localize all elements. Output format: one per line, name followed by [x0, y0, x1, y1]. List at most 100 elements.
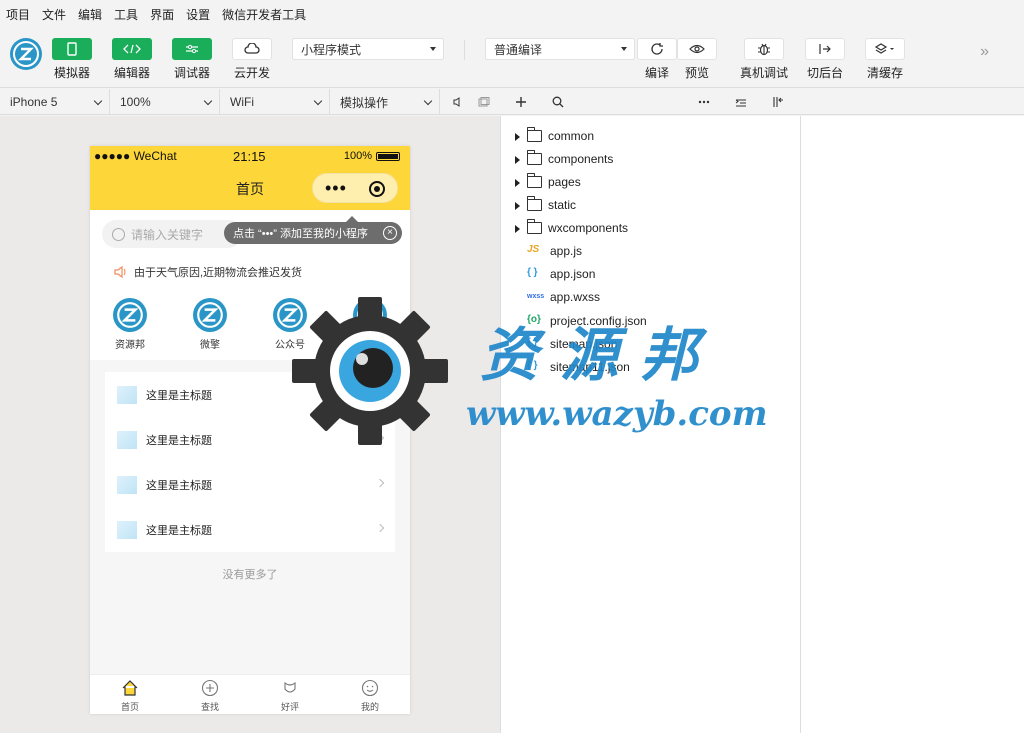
menu-view[interactable]: 界面: [150, 6, 174, 23]
capsule-menu[interactable]: •••: [312, 173, 398, 203]
expand-arrow-icon[interactable]: [515, 179, 520, 187]
cloud-button[interactable]: 云开发: [232, 38, 272, 81]
clear-cache-button[interactable]: 清缓存: [865, 38, 905, 81]
tab-label: 我的: [360, 702, 379, 712]
list-item[interactable]: 这里是主标题: [105, 507, 395, 552]
expand-more-icon[interactable]: »: [980, 43, 989, 61]
split-panel-icon[interactable]: [770, 94, 786, 110]
status-bar: ●●●●● WeChat 21:15 100%: [90, 146, 410, 166]
editor-label: 编辑器: [113, 66, 150, 80]
menu-devtools[interactable]: 微信开发者工具: [222, 6, 306, 23]
tab-home[interactable]: 首页: [90, 679, 170, 713]
grid-item-label: 微擎: [200, 340, 220, 351]
chevron-right-icon: [375, 478, 385, 488]
expand-arrow-icon[interactable]: [515, 202, 520, 210]
file-name: app.wxss: [550, 290, 601, 304]
compile-button[interactable]: 编译: [637, 38, 677, 81]
menu-edit[interactable]: 编辑: [78, 6, 102, 23]
add-miniprogram-tooltip[interactable]: 点击 “•••” 添加至我的小程序 ×: [224, 216, 402, 244]
network-select[interactable]: WiFi: [220, 89, 330, 115]
grid-item[interactable]: 微擎: [180, 298, 240, 351]
menu-project[interactable]: 项目: [6, 6, 30, 23]
expand-arrow-icon[interactable]: [515, 133, 520, 141]
divider: [464, 40, 465, 60]
menu-settings[interactable]: 设置: [186, 6, 210, 23]
file-app-json[interactable]: { } app.json: [501, 263, 801, 286]
collapse-all-icon[interactable]: [733, 94, 749, 110]
list-item[interactable]: 这里是主标题: [105, 372, 395, 417]
zoom-select[interactable]: 100%: [110, 89, 220, 115]
compile-mode-select[interactable]: 普通编译: [485, 38, 635, 60]
avatar[interactable]: [10, 38, 42, 70]
icon-grid: 资源邦 微擎 公众号 签: [90, 288, 410, 360]
operation-select[interactable]: 模拟操作: [330, 89, 440, 115]
close-icon[interactable]: ×: [383, 226, 397, 240]
folder-common[interactable]: common: [501, 125, 801, 148]
zoom-value: 100%: [120, 95, 151, 109]
brand-logo-icon: [273, 298, 307, 332]
operation-value: 模拟操作: [340, 95, 389, 110]
bug-icon: [744, 38, 784, 60]
more-dots-icon[interactable]: •••: [325, 178, 347, 199]
folder-icon: [527, 196, 542, 211]
folder-pages[interactable]: pages: [501, 171, 801, 194]
remote-debug-button[interactable]: 真机调试: [740, 38, 788, 81]
preview-label: 预览: [684, 66, 709, 80]
search-icon[interactable]: [550, 94, 566, 110]
simulator-button[interactable]: 模拟器: [52, 38, 92, 81]
tab-mine[interactable]: 我的: [330, 679, 410, 713]
list-item-title: 这里是主标题: [146, 524, 212, 537]
file-app-wxss[interactable]: wxss app.wxss: [501, 286, 801, 309]
folder-icon: [527, 219, 542, 234]
grid-item-label: 签: [365, 340, 375, 351]
search-input[interactable]: 请输入关键字: [102, 220, 242, 248]
brand-logo-icon: [193, 298, 227, 332]
background-label: 切后台: [806, 66, 843, 80]
file-name: app.js: [550, 244, 583, 258]
expand-arrow-icon[interactable]: [515, 156, 520, 164]
editor-button[interactable]: 编辑器: [112, 38, 152, 81]
phone-simulator[interactable]: ●●●●● WeChat 21:15 100% 首页 ••• 请输入关键字 点击…: [90, 146, 410, 714]
device-select[interactable]: iPhone 5: [0, 89, 110, 115]
file-app-js[interactable]: JS app.js: [501, 240, 801, 263]
home-icon: [122, 680, 138, 696]
grid-item[interactable]: 资源邦: [100, 298, 160, 351]
debugger-label: 调试器: [173, 66, 210, 80]
more-options-icon[interactable]: [696, 94, 712, 110]
folder-static[interactable]: static: [501, 194, 801, 217]
chevron-right-icon: [375, 433, 385, 443]
menu-tools[interactable]: 工具: [114, 6, 138, 23]
expand-arrow-icon[interactable]: [515, 225, 520, 233]
editor-panel[interactable]: [801, 116, 1024, 733]
debugger-button[interactable]: 调试器: [172, 38, 212, 81]
no-more-text: 没有更多了: [222, 569, 278, 581]
grid-item[interactable]: 签: [340, 298, 400, 351]
close-target-icon[interactable]: [369, 181, 385, 197]
file-sitemap-json[interactable]: { } sitemap.json: [501, 333, 801, 356]
volume-icon[interactable]: [450, 94, 466, 110]
list-item[interactable]: 这里是主标题: [105, 417, 395, 462]
file-project-config[interactable]: {o} project.config.json: [501, 310, 801, 333]
add-file-icon[interactable]: [513, 94, 529, 110]
background-button[interactable]: 切后台: [805, 38, 845, 81]
tooltip-text: 点击 “•••” 添加至我的小程序: [233, 228, 368, 240]
tab-label: 好评: [280, 702, 299, 712]
chevron-down-icon: [313, 96, 323, 106]
tab-review[interactable]: 好评: [250, 679, 330, 713]
folder-wxcomponents[interactable]: wxcomponents: [501, 217, 801, 240]
speaker-icon: [114, 266, 126, 278]
detach-window-icon[interactable]: [476, 94, 492, 110]
file-sitemap11-json[interactable]: { } sitemap11.json: [501, 356, 801, 379]
list-item[interactable]: 这里是主标题: [105, 462, 395, 507]
notice-bar: 由于天气原因,近期物流会推迟发货: [114, 264, 302, 280]
folder-components[interactable]: components: [501, 148, 801, 171]
mode-select[interactable]: 小程序模式: [292, 38, 444, 60]
device-value: iPhone 5: [10, 95, 58, 109]
menu-file[interactable]: 文件: [42, 6, 66, 23]
phone-header: ●●●●● WeChat 21:15 100% 首页 •••: [90, 146, 410, 210]
chevron-down-icon: [203, 96, 213, 106]
tab-search[interactable]: 查找: [170, 679, 250, 713]
grid-item[interactable]: 公众号: [260, 298, 320, 351]
preview-button[interactable]: 预览: [677, 38, 717, 81]
folder-name: common: [548, 129, 595, 143]
